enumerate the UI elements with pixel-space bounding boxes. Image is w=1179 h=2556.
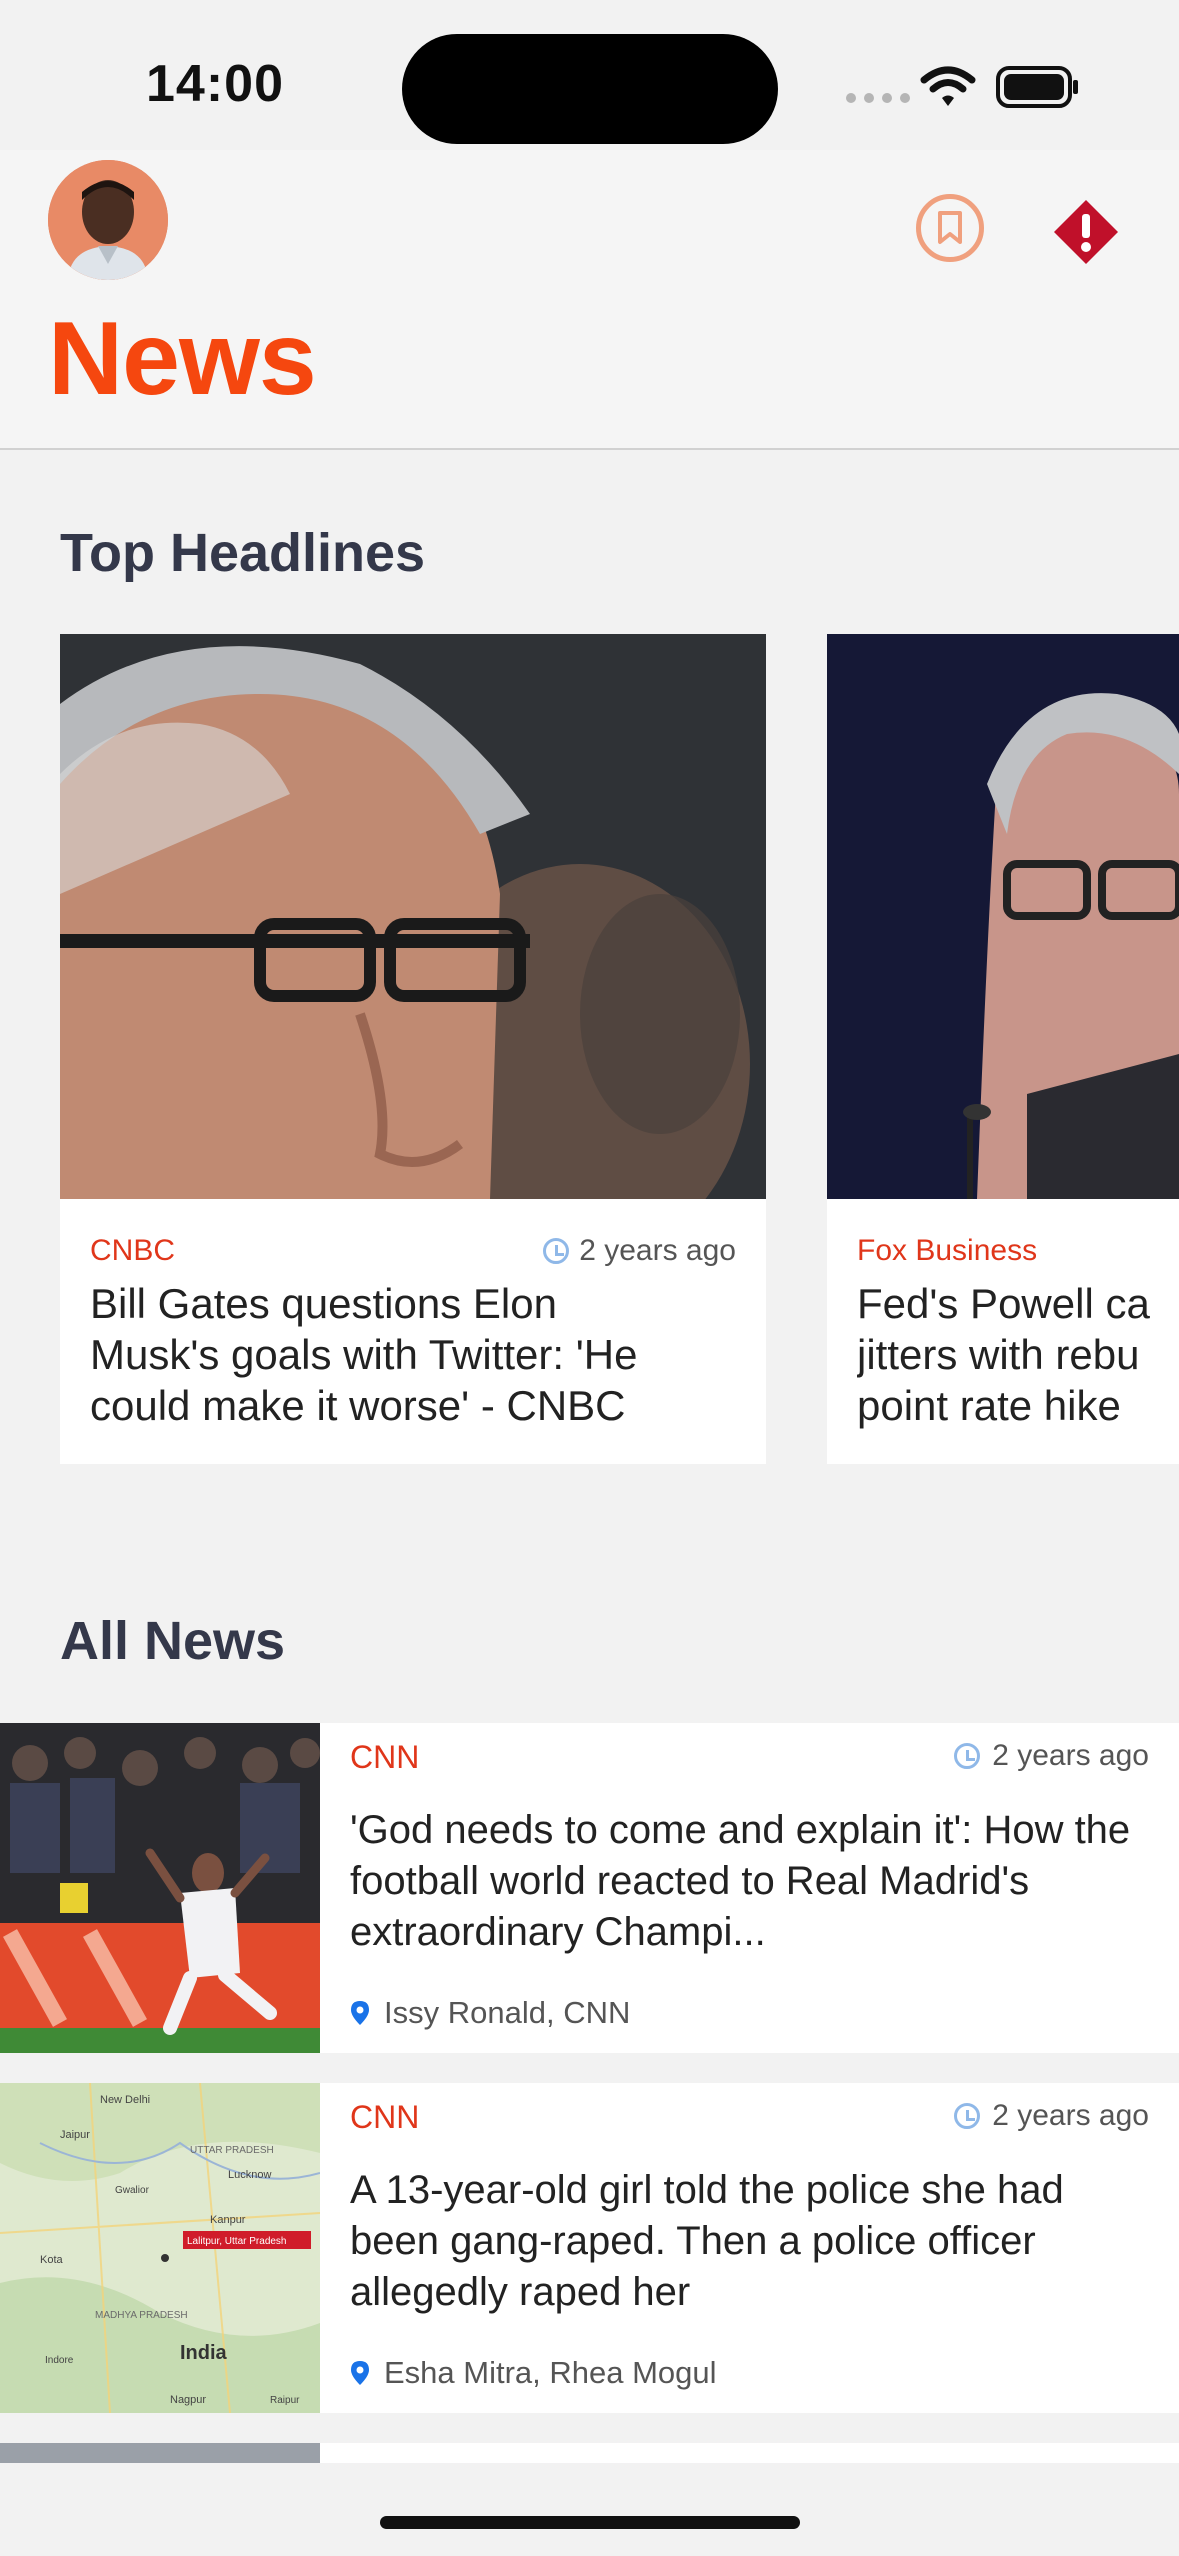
clock-icon bbox=[954, 1743, 981, 1769]
map-city-label: Jaipur bbox=[60, 2129, 90, 2141]
card-headline: Bill Gates questions Elon Musk's goals w… bbox=[90, 1280, 638, 1429]
map-city-label: Raipur bbox=[270, 2395, 300, 2406]
news-source: CNN bbox=[350, 2099, 420, 2135]
news-thumbnail: New Delhi Jaipur UTTAR PRADESH Lucknow K… bbox=[0, 2083, 320, 2413]
map-city-label: Lucknow bbox=[228, 2169, 271, 2181]
cellular-signal-icon bbox=[846, 93, 910, 103]
headline-image bbox=[827, 634, 1179, 1199]
headline-image bbox=[60, 634, 766, 1199]
clock-icon bbox=[954, 2103, 981, 2129]
news-list-item[interactable] bbox=[0, 2443, 1179, 2463]
news-author-label: Esha Mitra, Rhea Mogul bbox=[384, 2355, 717, 2390]
top-headlines-heading: Top Headlines bbox=[60, 523, 426, 583]
map-city-label: Indore bbox=[45, 2355, 74, 2366]
map-region-label: UTTAR PRADESH bbox=[190, 2145, 274, 2156]
headline-card[interactable]: Fox Business Fed's Powell ca jitters wit… bbox=[827, 634, 1179, 1464]
news-time-label: 2 years ago bbox=[992, 1739, 1149, 1772]
news-headline: 'God needs to come and explain it': How … bbox=[350, 1808, 1131, 1954]
news-time-label: 2 years ago bbox=[992, 2099, 1149, 2132]
dynamic-island bbox=[402, 34, 778, 144]
home-indicator[interactable] bbox=[380, 2516, 800, 2529]
map-country-label: India bbox=[180, 2342, 228, 2364]
warning-diamond-icon bbox=[1054, 200, 1118, 264]
news-time: 2 years ago bbox=[954, 1739, 1149, 1773]
map-city-label: Gwalior bbox=[115, 2185, 150, 2196]
news-time: 2 years ago bbox=[954, 2099, 1149, 2133]
page-title: News bbox=[48, 301, 317, 417]
all-news-heading: All News bbox=[60, 1611, 286, 1671]
card-source: Fox Business bbox=[857, 1234, 1038, 1267]
headline-card[interactable]: CNBC 2 years ago Bill Gates questions El… bbox=[60, 634, 766, 1464]
football-image bbox=[0, 1723, 320, 2053]
news-list-item[interactable]: New Delhi Jaipur UTTAR PRADESH Lucknow K… bbox=[0, 2083, 1179, 2413]
profile-avatar[interactable] bbox=[48, 160, 168, 280]
map-region-label: MADHYA PRADESH bbox=[95, 2310, 188, 2321]
news-author: Issy Ronald, CNN bbox=[350, 1995, 630, 2031]
map-image: New Delhi Jaipur UTTAR PRADESH Lucknow K… bbox=[0, 2083, 320, 2413]
battery-icon bbox=[996, 66, 1078, 108]
clock-icon bbox=[543, 1238, 570, 1264]
news-source: CNN bbox=[350, 1739, 420, 1775]
map-city-label: Kota bbox=[40, 2254, 64, 2266]
wifi-icon bbox=[920, 66, 976, 106]
card-time: 2 years ago bbox=[543, 1234, 736, 1268]
news-list-item[interactable]: CNN 2 years ago 'God needs to come and e… bbox=[0, 1723, 1179, 2053]
news-thumbnail bbox=[0, 2443, 320, 2463]
news-headline: A 13-year-old girl told the police she h… bbox=[350, 2168, 1064, 2314]
map-city-label: Kanpur bbox=[210, 2214, 246, 2226]
card-headline: Fed's Powell ca jitters with rebu point … bbox=[857, 1280, 1150, 1429]
status-time: 14:00 bbox=[146, 55, 284, 113]
card-source: CNBC bbox=[90, 1234, 176, 1267]
map-city-label: Nagpur bbox=[170, 2394, 206, 2406]
bookmarks-button[interactable] bbox=[916, 194, 984, 262]
map-city-label: New Delhi bbox=[100, 2094, 150, 2106]
bookmark-icon bbox=[938, 211, 962, 244]
location-pin-icon bbox=[351, 2001, 369, 2025]
location-pin-icon bbox=[351, 2361, 369, 2385]
news-thumbnail bbox=[0, 1723, 320, 2053]
card-time-label: 2 years ago bbox=[579, 1234, 736, 1267]
alert-button[interactable] bbox=[1050, 196, 1122, 268]
map-pin-label: Lalitpur, Uttar Pradesh bbox=[187, 2236, 287, 2247]
news-author-label: Issy Ronald, CNN bbox=[384, 1995, 631, 2030]
avatar-image bbox=[48, 160, 168, 280]
news-author: Esha Mitra, Rhea Mogul bbox=[350, 2355, 717, 2391]
